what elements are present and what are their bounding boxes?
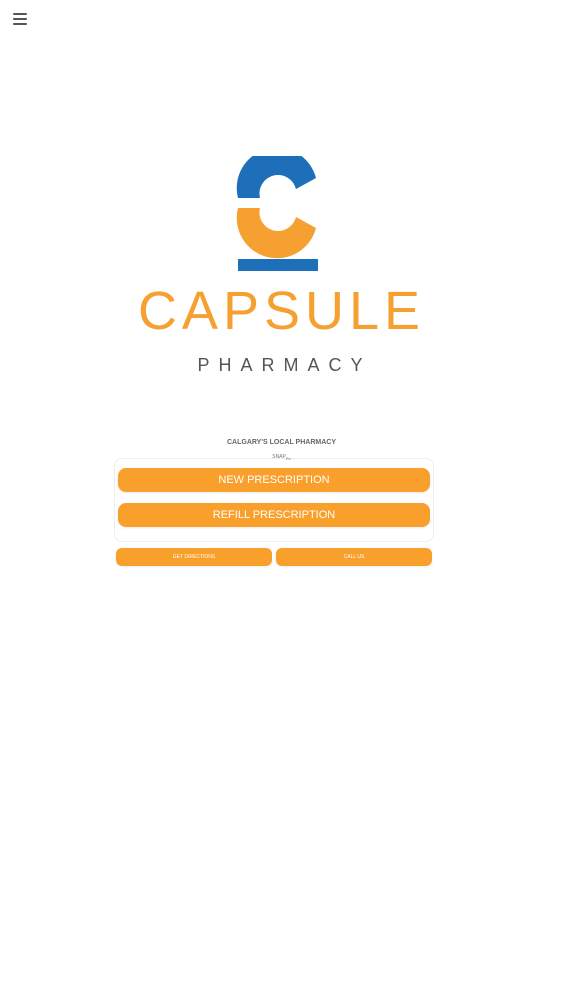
call-us-button[interactable]: CALL US (276, 548, 432, 566)
logo-blue-arc (236, 156, 316, 198)
menu-icon[interactable] (13, 13, 27, 27)
menu-line (13, 13, 27, 15)
snap-text: SNAP (272, 454, 286, 460)
brand-subtitle: PHARMACY (197, 355, 372, 375)
menu-line (13, 18, 27, 20)
tagline: CALGARY'S LOCAL PHARMACY (227, 439, 336, 446)
capsule-logo-icon (236, 156, 318, 271)
logo-blue-bar (238, 259, 318, 271)
logo-orange-arc (236, 208, 316, 259)
menu-line (13, 23, 27, 25)
brand-name: CAPSULE (137, 281, 426, 341)
refill-prescription-button[interactable]: REFILL PRESCRIPTION (118, 503, 430, 527)
new-prescription-button[interactable]: NEW PRESCRIPTION (118, 468, 430, 492)
snap-rx-label: SNAPRx (0, 453, 563, 463)
get-directions-button[interactable]: GET DIRECTIONS (116, 548, 272, 566)
snap-sub: Rx (285, 456, 291, 461)
